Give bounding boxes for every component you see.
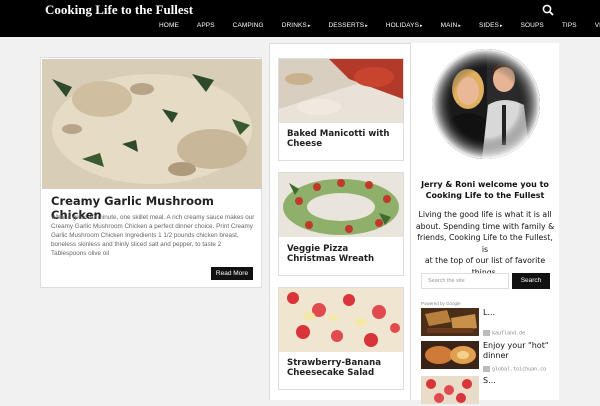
welcome-heading: Jerry & Roni welcome you to Cooking Life… [421, 180, 549, 200]
post-card[interactable]: Veggie Pizza Christmas Wreath [278, 172, 404, 276]
nav-item-camping[interactable]: CAMPING [224, 22, 273, 34]
post-image[interactable] [279, 59, 403, 123]
read-more-button[interactable]: Read More [211, 267, 253, 280]
ad-badge-icon [483, 366, 490, 372]
main-nav: HOME APPS CAMPING DRINKS▸ DESSERTS▸ HOLIDAYS▸… [150, 22, 600, 34]
author-photo [432, 49, 540, 159]
nav-item-holidays[interactable]: HOLIDAYS▸ [377, 22, 432, 34]
featured-post-image[interactable] [42, 59, 262, 189]
post-title[interactable]: Veggie Pizza Christmas Wreath [287, 244, 374, 264]
featured-post-excerpt: What a great 30 minute, one skillet meal… [51, 214, 255, 257]
post-title[interactable]: Baked Manicotti with Cheese [287, 129, 389, 149]
nav-item-label: DRINKS [281, 22, 307, 29]
sidebar: Jerry & Roni welcome you to Cooking Life… [411, 43, 559, 404]
nav-item-label: SIDES [478, 22, 499, 29]
search-button[interactable]: Search [512, 273, 550, 289]
site-header: Cooking Life to the Fullest HOME APPS CAMP… [0, 0, 600, 37]
nav-item-label: MAIN [440, 22, 458, 29]
search-input[interactable]: Search the site [421, 273, 509, 289]
recent-posts-column: Baked Manicotti with Cheese Veggie Pizza… [269, 43, 411, 400]
ad-item[interactable]: L... kaufland.de [421, 308, 551, 338]
post-image[interactable] [279, 173, 403, 237]
nav-item-label: DESSERTS [328, 22, 365, 29]
dropdown-caret-icon: ▸ [365, 23, 368, 29]
featured-post-card[interactable]: Creamy Garlic Mushroom Chicken What a gr… [40, 57, 262, 288]
nav-item-desserts[interactable]: DESSERTS▸ [320, 22, 377, 34]
search-icon[interactable] [542, 4, 554, 16]
ad-title[interactable]: S... [483, 376, 553, 386]
nav-item-sides[interactable]: SIDES▸ [470, 22, 512, 34]
ad-thumbnail[interactable] [421, 341, 479, 369]
nav-item-tips[interactable]: TIPS [553, 22, 586, 34]
powered-by-label: Powered by Google [421, 301, 461, 306]
post-image[interactable] [279, 288, 403, 352]
nav-item-label: APPS [196, 22, 215, 29]
ad-title[interactable]: L... [483, 308, 553, 318]
ad-item[interactable]: Enjoy your "hot" dinner global.toichuan.… [421, 341, 553, 373]
ad-source: kaufland.de [483, 330, 525, 337]
post-title[interactable]: Strawberry-Banana Cheesecake Salad [287, 358, 381, 378]
ad-thumbnail[interactable] [421, 308, 479, 336]
ad-title[interactable]: Enjoy your "hot" dinner [483, 341, 553, 361]
nav-item-label: VIDEOS [594, 22, 600, 29]
dropdown-caret-icon: ▸ [420, 23, 423, 29]
about-text: Living the good life is what it is all a… [415, 210, 555, 277]
ad-source: global.toichuan.co [483, 366, 546, 373]
site-title[interactable]: Cooking Life to the Fullest [45, 2, 193, 18]
nav-item-soups[interactable]: SOUPS [512, 22, 553, 34]
nav-item-label: HOME [159, 22, 179, 29]
nav-item-label: SOUPS [520, 22, 544, 29]
nav-item-drinks[interactable]: DRINKS▸ [273, 22, 320, 34]
ad-badge-icon [483, 330, 490, 336]
nav-item-main[interactable]: MAIN▸ [432, 22, 470, 34]
nav-item-label: HOLIDAYS [385, 22, 420, 29]
nav-item-label: CAMPING [232, 22, 264, 29]
post-card[interactable]: Baked Manicotti with Cheese [278, 58, 404, 161]
nav-item-videos[interactable]: VIDEOS [586, 22, 600, 34]
ad-item[interactable]: S... [421, 376, 551, 406]
post-card[interactable]: Strawberry-Banana Cheesecake Salad [278, 287, 404, 390]
nav-item-apps[interactable]: APPS [188, 22, 224, 34]
nav-item-home[interactable]: HOME [150, 22, 188, 34]
nav-item-label: TIPS [561, 22, 577, 29]
dropdown-caret-icon: ▸ [458, 23, 461, 29]
dropdown-caret-icon: ▸ [499, 23, 503, 29]
dropdown-caret-icon: ▸ [307, 23, 311, 29]
